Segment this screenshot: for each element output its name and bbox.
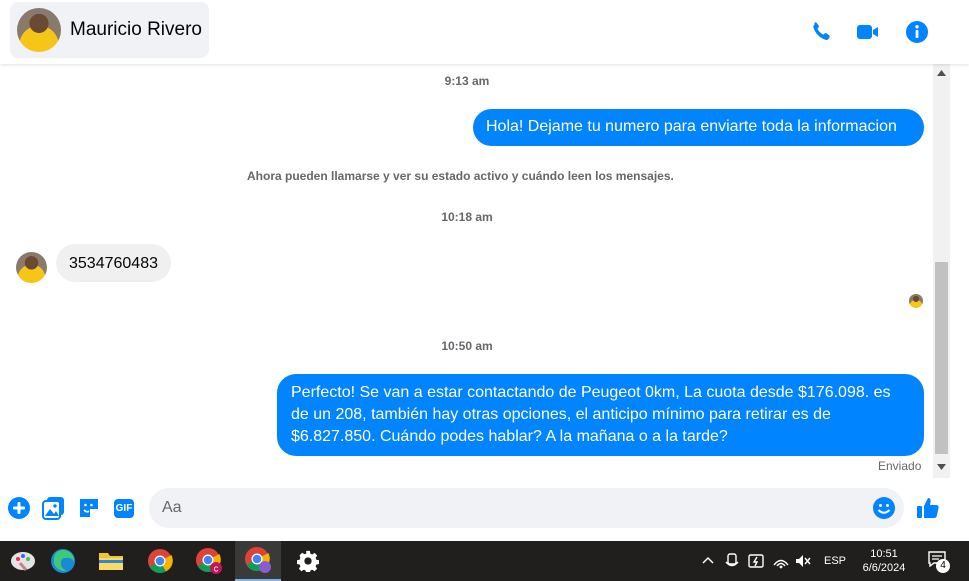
notification-center-icon[interactable]: 4 bbox=[928, 551, 950, 573]
message-line: $6.827.850. Cuándo podes hablar? A la ma… bbox=[291, 428, 728, 445]
timestamp: 10:18 am bbox=[441, 210, 493, 224]
volume-muted-icon[interactable] bbox=[795, 553, 811, 569]
gif-icon[interactable]: GIF bbox=[112, 496, 136, 520]
image-icon[interactable] bbox=[42, 496, 66, 520]
chevron-up-icon[interactable] bbox=[702, 556, 714, 564]
message-input-placeholder: Aa bbox=[162, 499, 182, 516]
emoji-icon[interactable] bbox=[872, 496, 896, 520]
contact-avatar-small[interactable] bbox=[16, 252, 47, 283]
timestamp: 10:50 am bbox=[441, 339, 493, 353]
meet-now-icon[interactable] bbox=[725, 553, 739, 569]
message-text: Perfecto! Se van a estar contactando de … bbox=[291, 382, 891, 448]
video-icon[interactable] bbox=[856, 20, 880, 44]
wifi-icon[interactable] bbox=[773, 553, 789, 569]
delivery-status: Enviado bbox=[878, 459, 922, 473]
scrollbar-thumb[interactable] bbox=[935, 262, 948, 454]
chat-header: Mauricio Rivero bbox=[0, 0, 969, 64]
clock-date: 6/6/2024 bbox=[862, 562, 906, 574]
scroll-down-arrow-icon[interactable] bbox=[937, 464, 946, 470]
message-text: 3534760483 bbox=[69, 255, 158, 272]
message-list: 9:13 am Hola! Dejame tu numero para envi… bbox=[0, 64, 933, 478]
language-indicator[interactable]: ESP bbox=[824, 541, 846, 581]
outgoing-message[interactable]: Perfecto! Se van a estar contactando de … bbox=[277, 374, 924, 456]
message-line: Perfecto! Se van a estar contactando de … bbox=[291, 384, 891, 401]
gif-label: GIF bbox=[113, 498, 135, 518]
settings-gear-icon[interactable] bbox=[285, 541, 331, 581]
chrome-browser-icon[interactable] bbox=[137, 541, 183, 581]
edge-browser-icon[interactable] bbox=[40, 541, 86, 581]
clock-time: 10:51 bbox=[870, 548, 898, 560]
taskbar: c ESP 10:51 6/6/2024 4 bbox=[0, 541, 969, 581]
clock[interactable]: 10:51 6/6/2024 bbox=[858, 541, 910, 581]
add-icon[interactable] bbox=[7, 496, 31, 520]
incoming-message[interactable]: 3534760483 bbox=[56, 244, 171, 282]
svg-text:c: c bbox=[214, 564, 219, 574]
phone-icon[interactable] bbox=[808, 20, 832, 44]
file-explorer-icon[interactable] bbox=[88, 541, 134, 581]
like-icon[interactable] bbox=[916, 496, 940, 520]
composer: GIF Aa bbox=[0, 478, 969, 540]
contact-avatar[interactable] bbox=[17, 8, 61, 52]
seen-receipt-avatar bbox=[909, 294, 923, 308]
system-notice: Ahora pueden llamarse y ver su estado ac… bbox=[247, 169, 674, 183]
scroll-up-arrow-icon[interactable] bbox=[937, 70, 946, 76]
sticker-icon[interactable] bbox=[77, 496, 101, 520]
message-input[interactable]: Aa bbox=[149, 488, 904, 528]
contact-card[interactable]: Mauricio Rivero bbox=[10, 2, 209, 58]
chat-scrollbar[interactable] bbox=[933, 64, 950, 478]
timestamp: 9:13 am bbox=[444, 74, 490, 88]
chrome-profile-c-icon[interactable]: c bbox=[186, 541, 232, 581]
message-text: Hola! Dejame tu numero para enviarte tod… bbox=[486, 118, 897, 135]
notification-count-badge: 4 bbox=[936, 559, 950, 573]
battery-charging-icon[interactable] bbox=[748, 553, 766, 569]
outgoing-message[interactable]: Hola! Dejame tu numero para enviarte tod… bbox=[473, 109, 924, 146]
contact-name: Mauricio Rivero bbox=[70, 19, 202, 40]
info-icon[interactable] bbox=[905, 20, 929, 44]
message-line: de un 208, también hay otras opciones, e… bbox=[291, 406, 831, 423]
chrome-profile-active-icon[interactable] bbox=[235, 541, 281, 581]
